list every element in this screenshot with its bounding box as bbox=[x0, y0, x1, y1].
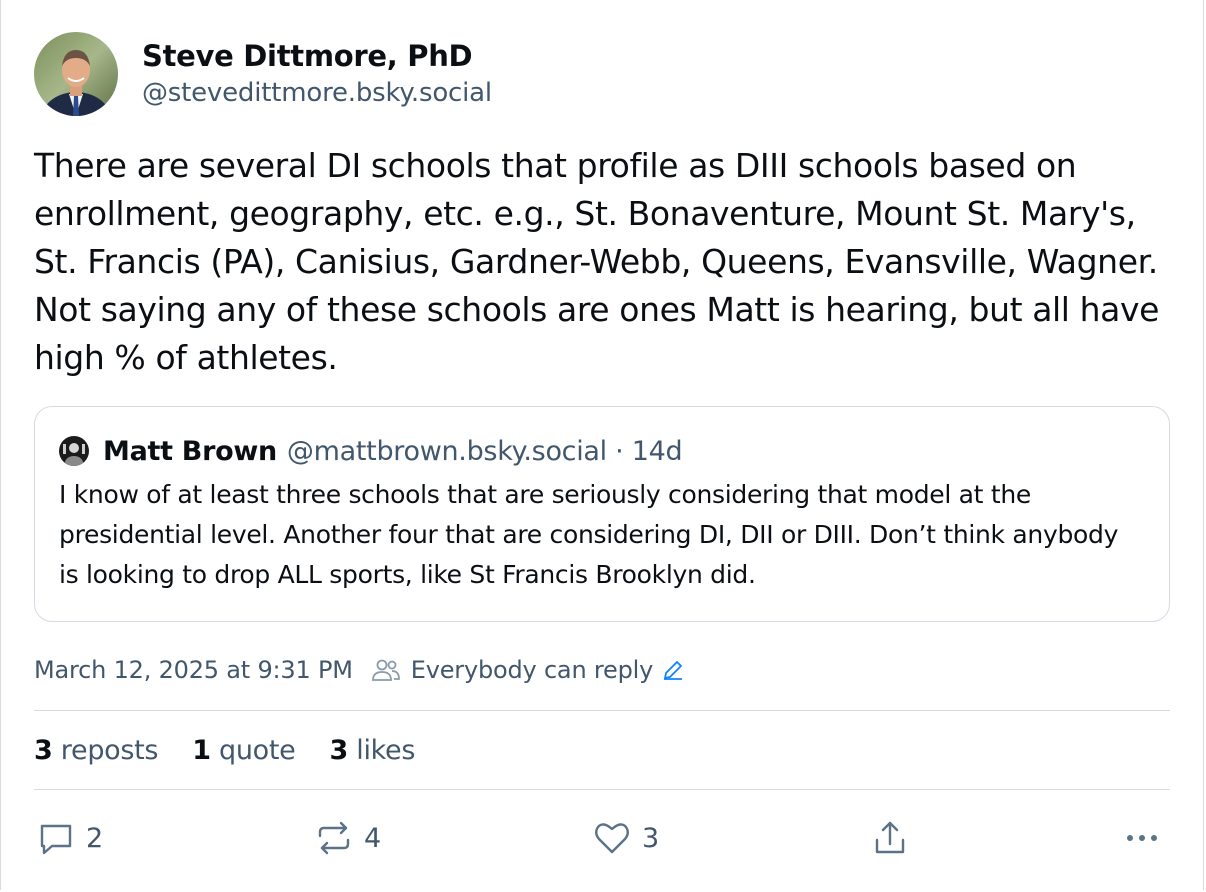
author-row[interactable]: Steve Dittmore, PhD @stevedittmore.bsky.… bbox=[34, 32, 1170, 116]
post: Steve Dittmore, PhD @stevedittmore.bsky.… bbox=[34, 32, 1170, 860]
people-icon bbox=[371, 659, 400, 681]
reply-setting[interactable]: Everybody can reply bbox=[371, 656, 695, 684]
post-timestamp: March 12, 2025 at 9:31 PM bbox=[34, 656, 353, 684]
pencil-icon[interactable] bbox=[661, 658, 695, 682]
quote-card[interactable]: Matt Brown @mattbrown.bsky.social · 14d … bbox=[34, 406, 1170, 622]
reply-count: 2 bbox=[86, 822, 104, 854]
like-button[interactable]: 3 bbox=[592, 816, 659, 860]
repost-count: 4 bbox=[364, 822, 382, 854]
author-text: Steve Dittmore, PhD @stevedittmore.bsky.… bbox=[142, 37, 492, 111]
quotes-stat[interactable]: 1 quote bbox=[192, 735, 296, 766]
quote-header: Matt Brown @mattbrown.bsky.social · 14d bbox=[59, 431, 1145, 471]
repost-icon bbox=[318, 821, 350, 855]
quote-author-meta: @mattbrown.bsky.social · 14d bbox=[286, 435, 683, 467]
quote-text: I know of at least three schools that ar… bbox=[59, 480, 1119, 589]
action-bar: 2 4 3 bbox=[34, 816, 1170, 860]
post-text: There are several DI schools that profil… bbox=[34, 146, 1160, 377]
repost-button[interactable]: 4 bbox=[314, 816, 381, 860]
reply-button[interactable]: 2 bbox=[36, 816, 103, 860]
author-avatar[interactable] bbox=[34, 32, 118, 116]
quote-avatar[interactable] bbox=[59, 436, 89, 466]
author-name[interactable]: Steve Dittmore, PhD bbox=[142, 37, 492, 75]
like-count: 3 bbox=[642, 822, 660, 854]
more-options-button[interactable] bbox=[1122, 816, 1162, 860]
divider bbox=[34, 789, 1170, 790]
likes-stat[interactable]: 3 likes bbox=[329, 735, 415, 766]
share-button[interactable] bbox=[870, 816, 910, 860]
share-icon bbox=[875, 821, 905, 854]
author-handle[interactable]: @stevedittmore.bsky.social bbox=[142, 75, 492, 111]
post-meta: March 12, 2025 at 9:31 PM Everybody can … bbox=[34, 650, 1170, 690]
more-icon bbox=[1127, 835, 1157, 841]
engagement-stats: 3 reposts 1 quote 3 likes bbox=[34, 711, 1170, 789]
reply-setting-label: Everybody can reply bbox=[410, 656, 654, 684]
reply-icon bbox=[40, 824, 72, 855]
reposts-stat[interactable]: 3 reposts bbox=[34, 735, 159, 766]
quote-author-name: Matt Brown bbox=[103, 435, 277, 467]
like-icon bbox=[595, 823, 629, 854]
